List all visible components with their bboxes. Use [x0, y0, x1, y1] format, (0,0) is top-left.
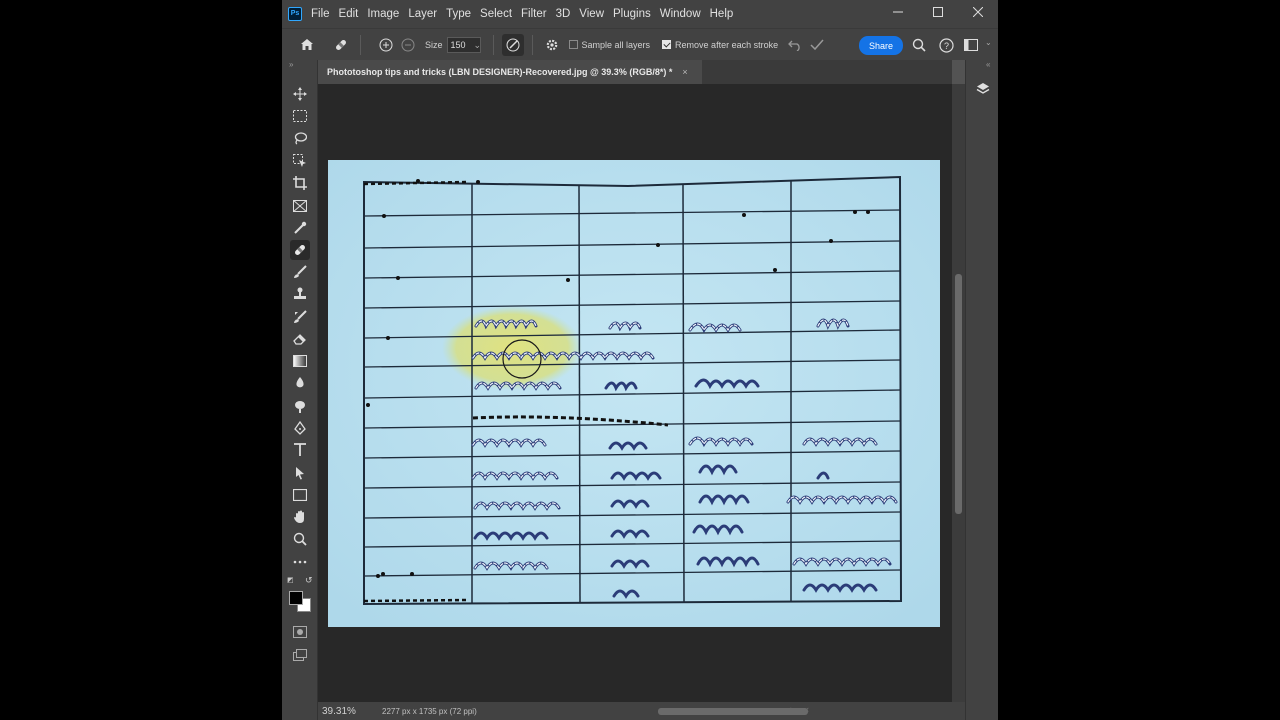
- crop-icon[interactable]: [290, 173, 310, 193]
- lasso-icon[interactable]: [290, 128, 310, 148]
- menu-window[interactable]: Window: [660, 8, 708, 20]
- gradient-icon[interactable]: [290, 351, 310, 371]
- pressure-size-icon[interactable]: [501, 33, 524, 56]
- eyedropper-icon[interactable]: [290, 218, 310, 238]
- healing-brush-icon[interactable]: [290, 240, 310, 260]
- move-icon[interactable]: [290, 84, 310, 104]
- object-select-icon[interactable]: [290, 151, 310, 171]
- rectangle-icon[interactable]: [290, 485, 310, 505]
- path-select-icon[interactable]: [290, 463, 310, 483]
- menu-select[interactable]: Select: [480, 8, 519, 20]
- minimize-icon[interactable]: [878, 0, 918, 24]
- tools-panel: » ◩ ↺: [282, 60, 318, 720]
- chevron-down-icon[interactable]: ⌄: [474, 38, 482, 52]
- photoshop-logo: Ps: [288, 7, 302, 21]
- gear-icon[interactable]: [541, 34, 563, 56]
- share-button[interactable]: Share: [859, 36, 903, 55]
- type-icon[interactable]: [290, 440, 310, 460]
- maximize-icon[interactable]: [918, 0, 958, 24]
- eraser-icon[interactable]: [290, 329, 310, 349]
- more-tools-icon[interactable]: [290, 552, 310, 572]
- screen-mode-icon[interactable]: [290, 645, 310, 665]
- zoom-icon[interactable]: [290, 529, 310, 549]
- undo-icon[interactable]: [784, 34, 806, 56]
- divider: [492, 34, 494, 55]
- tab-close-icon[interactable]: ×: [682, 67, 687, 77]
- blur-icon[interactable]: [290, 373, 310, 393]
- chevron-down-icon[interactable]: ⌄: [985, 38, 992, 47]
- menu-edit[interactable]: Edit: [339, 8, 366, 20]
- color-swatches: ◩ ↺: [286, 575, 314, 616]
- size-label: Size: [425, 39, 443, 50]
- menu-help[interactable]: Help: [710, 8, 741, 20]
- spot-healing-brush-icon[interactable]: [330, 34, 352, 56]
- clone-stamp-icon[interactable]: [290, 284, 310, 304]
- quick-mask-icon[interactable]: [290, 622, 310, 642]
- pen-icon[interactable]: [290, 418, 310, 438]
- close-icon[interactable]: [958, 0, 998, 24]
- workspace-icon[interactable]: [960, 34, 982, 56]
- checkbox-box[interactable]: [568, 40, 578, 49]
- foreground-color-swatch[interactable]: [289, 591, 303, 605]
- horizontal-scroll-thumb[interactable]: [658, 708, 808, 715]
- menu-filter[interactable]: Filter: [521, 8, 554, 20]
- menu-plugins[interactable]: Plugins: [613, 8, 658, 20]
- zoom-level[interactable]: 39.31%: [318, 706, 376, 717]
- sample-all-layers-label: Sample all layers: [581, 39, 651, 50]
- search-icon[interactable]: [908, 34, 930, 56]
- menu-image[interactable]: Image: [367, 8, 406, 20]
- size-field[interactable]: 150 ⌄: [446, 36, 482, 53]
- remove-after-stroke-label: Remove after each stroke: [675, 39, 779, 50]
- menu-file[interactable]: File: [311, 8, 337, 20]
- default-colors-icon[interactable]: ◩: [287, 576, 294, 584]
- home-icon[interactable]: [296, 34, 318, 56]
- healing-highlight: [442, 306, 582, 390]
- window-controls: [878, 0, 998, 28]
- photoshop-window: Ps File Edit Image Layer Type Select Fil…: [282, 0, 998, 720]
- history-brush-icon[interactable]: [290, 307, 310, 327]
- menu-bar: Ps File Edit Image Layer Type Select Fil…: [282, 0, 998, 28]
- hand-icon[interactable]: [290, 507, 310, 527]
- vertical-scrollbar[interactable]: [952, 84, 965, 702]
- size-value: 150: [450, 39, 466, 50]
- canvas-area[interactable]: [318, 84, 952, 702]
- options-bar: Size 150 ⌄ Sample all layers Remove afte…: [282, 28, 998, 60]
- menu-3d[interactable]: 3D: [556, 8, 578, 20]
- swap-colors-icon[interactable]: ↺: [305, 575, 313, 586]
- remove-after-stroke-checkbox[interactable]: Remove after each stroke: [662, 40, 778, 50]
- help-icon[interactable]: ?: [935, 34, 957, 56]
- subtract-brush-mode-icon[interactable]: [397, 34, 419, 56]
- status-bar: 39.31% 2277 px x 1735 px (72 ppi) › ‹: [318, 702, 965, 720]
- layers-icon[interactable]: [974, 80, 992, 98]
- document-image[interactable]: [328, 160, 940, 627]
- collapse-icon[interactable]: »: [289, 60, 293, 69]
- marquee-icon[interactable]: [290, 106, 310, 126]
- document-tab[interactable]: Phototoshop tips and tricks (LBN DESIGNE…: [318, 60, 702, 84]
- right-panel-dock: «: [965, 60, 998, 720]
- menu-layer[interactable]: Layer: [408, 8, 444, 20]
- commit-check-icon[interactable]: [806, 34, 828, 56]
- menu-type[interactable]: Type: [446, 8, 478, 20]
- menu-view[interactable]: View: [579, 8, 611, 20]
- checkbox-box-checked[interactable]: [662, 40, 672, 49]
- divider: [531, 34, 533, 55]
- document-tab-bar: Phototoshop tips and tricks (LBN DESIGNE…: [318, 60, 952, 84]
- frame-icon[interactable]: [290, 196, 310, 216]
- add-brush-mode-icon[interactable]: [375, 34, 397, 56]
- dodge-icon[interactable]: [290, 396, 310, 416]
- table-sheet-image: [328, 160, 940, 627]
- brush-icon[interactable]: [290, 262, 310, 282]
- sample-all-layers-checkbox[interactable]: Sample all layers: [568, 39, 651, 50]
- document-tab-title: Phototoshop tips and tricks (LBN DESIGNE…: [327, 67, 673, 77]
- document-dimensions: 2277 px x 1735 px (72 ppi): [382, 706, 477, 716]
- collapse-icon[interactable]: «: [986, 60, 990, 69]
- divider: [360, 34, 361, 55]
- scroll-thumb[interactable]: [955, 274, 962, 514]
- svg-text:?: ?: [943, 41, 948, 51]
